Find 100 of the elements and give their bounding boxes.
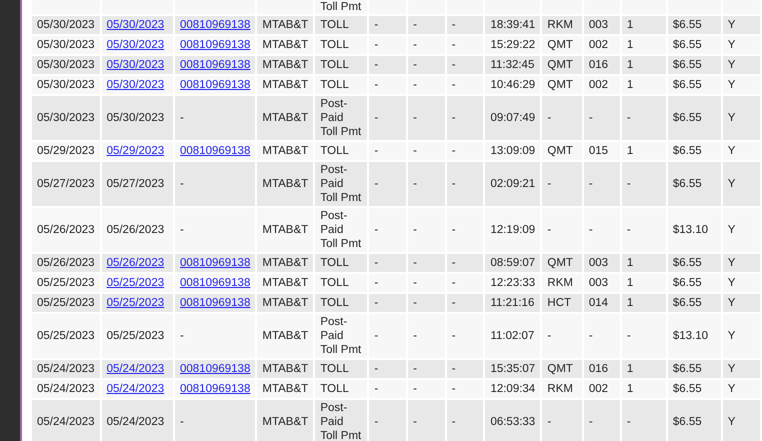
table-cell: $6.55 <box>668 360 721 378</box>
table-cell: - <box>446 274 484 292</box>
table-cell: 1 <box>622 360 666 378</box>
table-cell: 05/25/2023 <box>32 294 100 312</box>
table-cell: - <box>446 380 484 398</box>
table-cell: $13.10 <box>668 208 721 252</box>
table-cell: 003 <box>584 16 620 34</box>
table-cell: - <box>446 360 484 378</box>
table-cell: QMT <box>542 56 582 74</box>
table-cell: Y <box>722 294 760 312</box>
table-cell: TOLL <box>315 36 368 54</box>
table-cell: $6.55 <box>668 400 721 441</box>
table-cell: Toll Pmt <box>315 0 368 14</box>
table-cell: MTAB&T <box>257 208 314 252</box>
table-cell: MTAB&T <box>257 380 314 398</box>
table-cell: - <box>584 96 620 140</box>
table-cell: - <box>175 162 256 206</box>
table-cell: 05/24/2023 <box>32 400 100 441</box>
table-cell: - <box>446 96 484 140</box>
table-cell: 06:53:33 <box>485 400 540 441</box>
table-cell: $13.10 <box>668 314 721 358</box>
table-cell: - <box>408 254 445 272</box>
table-cell: - <box>446 400 484 441</box>
table-cell: 18:39:41 <box>485 16 540 34</box>
table-cell: Post-Paid Toll Pmt <box>315 400 368 441</box>
table-cell: - <box>175 400 256 441</box>
table-cell: $6.55 <box>668 56 721 74</box>
table-cell: - <box>369 254 406 272</box>
table-cell: - <box>408 360 445 378</box>
table-cell: Y <box>722 142 760 160</box>
table-cell: 09:07:49 <box>485 96 540 140</box>
table-cell: Y <box>722 36 760 54</box>
table-cell: 003 <box>584 274 620 292</box>
table-cell: 05/27/2023 <box>102 162 173 206</box>
table-cell: - <box>408 294 445 312</box>
table-cell: Y <box>722 56 760 74</box>
table-cell: TOLL <box>315 56 368 74</box>
table-cell: MTAB&T <box>257 142 314 160</box>
table-cell: QMT <box>542 142 582 160</box>
table-cell: 015 <box>584 142 620 160</box>
table-cell: 11:32:45 <box>485 56 540 74</box>
table-cell: 08:59:07 <box>485 254 540 272</box>
table-cell: MTAB&T <box>257 274 314 292</box>
table-cell: RKM <box>542 380 582 398</box>
table-cell: - <box>622 96 666 140</box>
table-cell: TOLL <box>315 294 368 312</box>
table-cell: - <box>446 76 484 94</box>
table-cell: - <box>622 162 666 206</box>
table-cell: - <box>408 36 445 54</box>
table-cell: - <box>369 314 406 358</box>
table-cell: TOLL <box>315 274 368 292</box>
table-cell: MTAB&T <box>257 56 314 74</box>
table-cell: - <box>175 208 256 252</box>
table-cell: $6.55 <box>668 274 721 292</box>
table-cell: 02:09:21 <box>485 162 540 206</box>
table-cell: $6.55 <box>668 294 721 312</box>
table-cell: $6.55 <box>668 254 721 272</box>
table-cell: - <box>584 314 620 358</box>
table-cell: - <box>584 400 620 441</box>
table-cell: - <box>446 142 484 160</box>
table-cell: Y <box>722 162 760 206</box>
table-cell: 1 <box>622 142 666 160</box>
table-cell: - <box>622 314 666 358</box>
table-cell: - <box>369 162 406 206</box>
table-cell: - <box>584 162 620 206</box>
table-cell: - <box>369 76 406 94</box>
table-cell: MTAB&T <box>257 314 314 358</box>
table-cell: 1 <box>622 16 666 34</box>
table-cell: 12:09:34 <box>485 380 540 398</box>
table-cell: 05/26/2023 <box>32 254 100 272</box>
table-cell: Y <box>722 76 760 94</box>
table-cell: - <box>369 208 406 252</box>
table-cell: 1 <box>622 76 666 94</box>
table-cell: MTAB&T <box>257 162 314 206</box>
table-cell: - <box>369 36 406 54</box>
table-cell: - <box>542 400 582 441</box>
table-cell: Y <box>722 274 760 292</box>
table-cell: TOLL <box>315 16 368 34</box>
table-cell: - <box>408 380 445 398</box>
table-cell: - <box>446 56 484 74</box>
table-cell: - <box>369 294 406 312</box>
table-cell: MTAB&T <box>257 76 314 94</box>
table-cell: - <box>408 76 445 94</box>
table-cell: - <box>408 16 445 34</box>
table-cell: HCT <box>542 294 582 312</box>
table-cell: Post-Paid Toll Pmt <box>315 314 368 358</box>
table-cell: Post-Paid Toll Pmt <box>315 208 368 252</box>
table-cell: TOLL <box>315 254 368 272</box>
table-cell: $6.55 <box>668 162 721 206</box>
table-cell: Y <box>722 96 760 140</box>
table-cell: - <box>542 208 582 252</box>
table-cell: $6.55 <box>668 142 721 160</box>
table-cell: 014 <box>584 294 620 312</box>
table-cell: 05/24/2023 <box>32 380 100 398</box>
table-cell: 05/24/2023 <box>32 360 100 378</box>
table-cell: TOLL <box>315 142 368 160</box>
table-cell: 1 <box>622 56 666 74</box>
table-cell: 05/27/2023 <box>32 162 100 206</box>
table-cell: - <box>446 36 484 54</box>
table-cell: - <box>622 400 666 441</box>
